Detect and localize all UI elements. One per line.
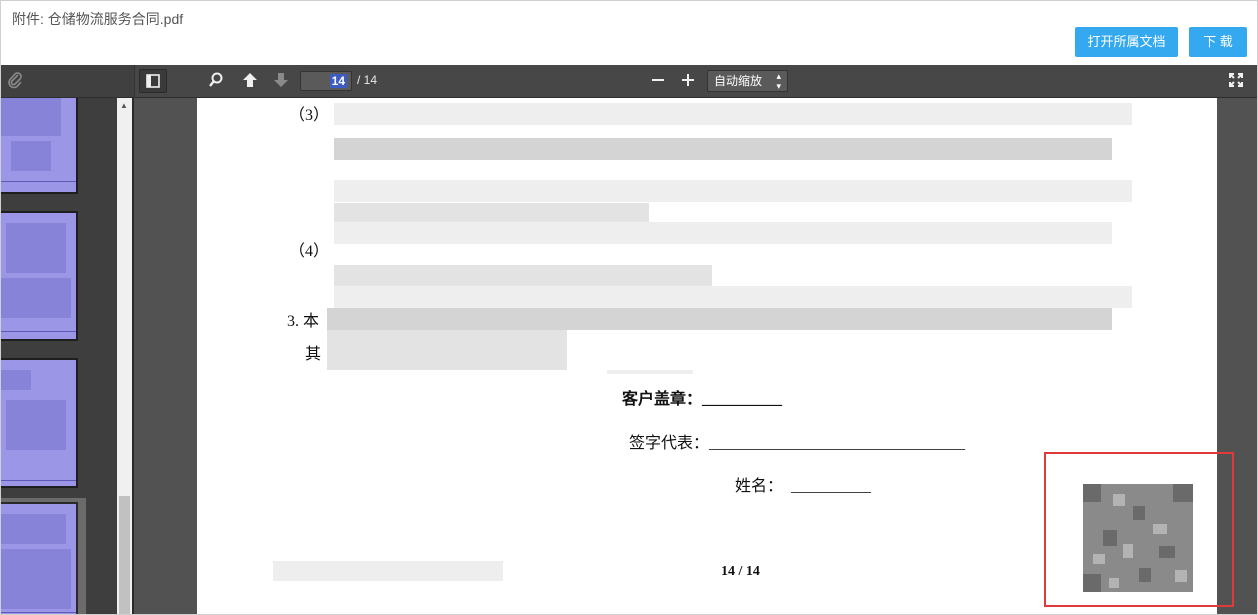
pdf-page: （3） （4） 3. 本 其 客户盖章：__________ 签字代表：____… xyxy=(197,98,1234,614)
page-thumbnail-current[interactable] xyxy=(1,502,78,614)
item-4-label: （4） xyxy=(289,243,330,260)
download-button[interactable]: 下 载 xyxy=(1189,27,1247,57)
redacted-text xyxy=(327,308,1112,330)
redacted-text xyxy=(334,180,1132,202)
section-3-prefix: 3. 本 xyxy=(287,313,320,330)
page-total-label: / 14 xyxy=(357,73,378,87)
zoom-select-value: 自动缩放 xyxy=(714,74,763,88)
scrollbar-thumb[interactable] xyxy=(119,496,130,614)
attachment-icon[interactable] xyxy=(6,71,24,89)
redacted-text xyxy=(334,222,1112,244)
page-footer-number: 14 / 14 xyxy=(721,564,760,579)
redacted-text xyxy=(327,330,567,370)
page-thumbnail[interactable] xyxy=(1,211,78,341)
page-number-input[interactable]: 14 xyxy=(300,71,352,91)
document-viewer: （3） （4） 3. 本 其 客户盖章：__________ 签字代表：____… xyxy=(134,98,1257,614)
qr-code-highlight-box xyxy=(1044,452,1234,607)
name-field: 姓名： __________ xyxy=(735,478,872,495)
pdf-toolbar: 14 / 14 自动缩放 ▴ ▾ xyxy=(1,65,1257,98)
redacted-footer-text xyxy=(273,561,503,581)
redacted-text xyxy=(607,370,693,374)
select-arrows-icon: ▴ ▾ xyxy=(776,71,781,91)
section-3-continuation: 其 xyxy=(305,346,322,363)
item-3-label: （3） xyxy=(289,107,330,124)
customer-seal-field: 客户盖章：__________ xyxy=(622,391,783,408)
sidebar-toggle-icon[interactable] xyxy=(139,69,167,93)
attachment-title: 附件: 仓储物流服务合同.pdf xyxy=(12,11,184,27)
scroll-up-arrow-icon[interactable]: ▲ xyxy=(120,101,128,110)
redacted-text xyxy=(334,203,649,223)
previous-page-icon[interactable] xyxy=(241,71,259,89)
next-page-icon[interactable] xyxy=(272,71,290,89)
toolbar-sidebar-section xyxy=(1,65,135,97)
page-thumbnail[interactable] xyxy=(1,358,78,488)
fullscreen-icon[interactable] xyxy=(1227,71,1245,89)
pdf-preview-window: 附件: 仓储物流服务合同.pdf 打开所属文档 下 载 14 / 14 自动缩放… xyxy=(0,0,1258,615)
zoom-out-icon[interactable] xyxy=(649,71,667,89)
thumbnail-scrollbar[interactable]: ▲ xyxy=(117,98,132,614)
current-page-value: 14 xyxy=(329,74,347,88)
redacted-text xyxy=(334,138,1112,160)
signatory-field: 签字代表：________________________________ xyxy=(629,435,966,452)
thumbnail-sidebar xyxy=(1,98,117,614)
redacted-text xyxy=(334,103,1132,125)
redacted-text xyxy=(334,265,712,287)
redacted-text xyxy=(334,286,1132,308)
search-icon[interactable] xyxy=(207,71,225,89)
zoom-select[interactable]: 自动缩放 ▴ ▾ xyxy=(707,70,788,92)
zoom-in-icon[interactable] xyxy=(679,71,697,89)
open-document-button[interactable]: 打开所属文档 xyxy=(1075,27,1178,57)
page-thumbnail[interactable] xyxy=(1,98,78,194)
qr-code-image xyxy=(1083,484,1193,592)
preview-header: 附件: 仓储物流服务合同.pdf 打开所属文档 下 载 xyxy=(1,1,1257,65)
